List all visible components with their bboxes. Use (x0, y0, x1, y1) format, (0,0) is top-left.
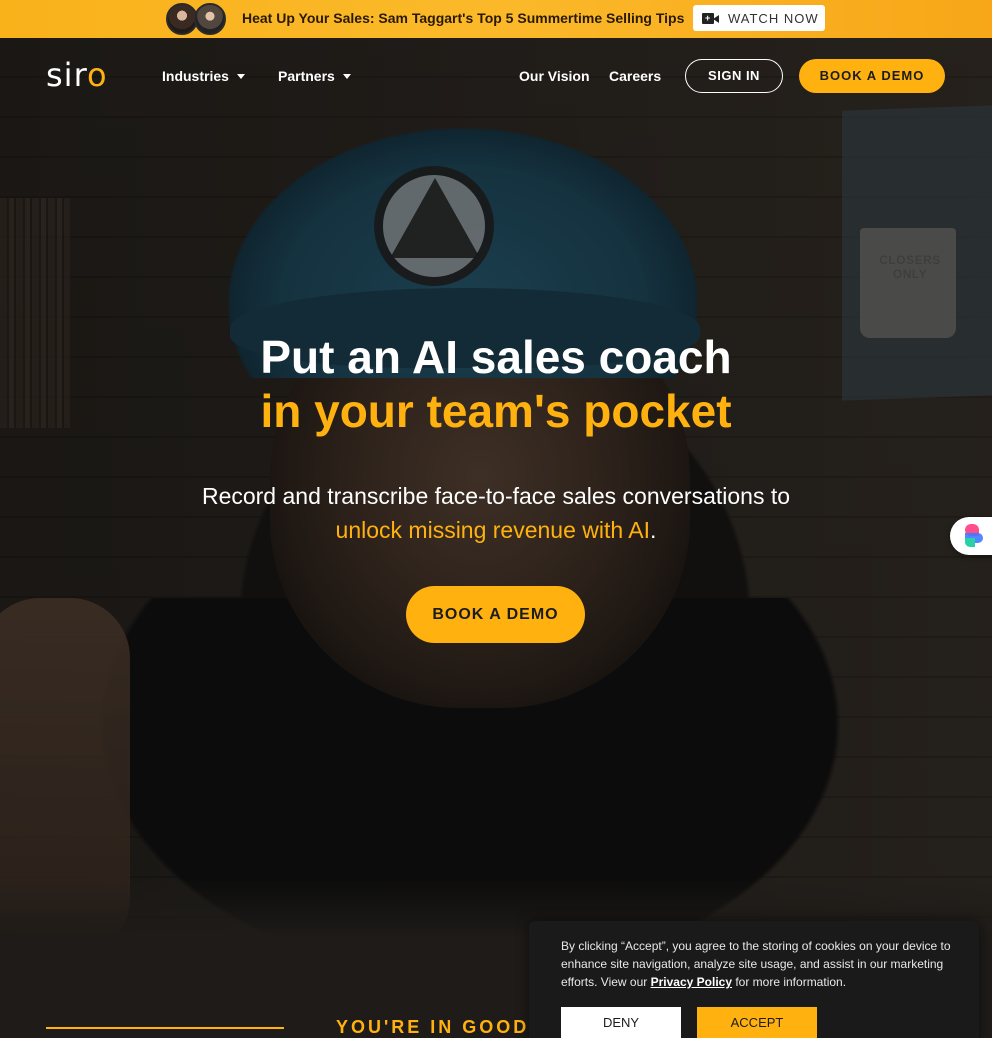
announcement-bar: Heat Up Your Sales: Sam Taggart's Top 5 … (0, 0, 992, 38)
deny-button[interactable]: DENY (561, 1007, 681, 1038)
sign-in-button[interactable]: SIGN IN (685, 59, 783, 93)
main-nav: siro Industries Partners Our Vision Care… (0, 38, 992, 114)
chevron-down-icon (236, 73, 245, 79)
nav-item-our-vision[interactable]: Our Vision (519, 68, 590, 84)
chevron-down-icon (342, 73, 351, 79)
nav-item-careers[interactable]: Careers (609, 68, 661, 84)
privacy-policy-link[interactable]: Privacy Policy (651, 975, 732, 989)
section-heading: YOU'RE IN GOOD (336, 1017, 530, 1037)
video-camera-icon: + (702, 12, 719, 24)
watch-now-button[interactable]: + WATCH NOW (693, 5, 825, 31)
hero-subtitle-line2: unlock missing revenue with AI. (335, 517, 657, 543)
book-demo-nav-button[interactable]: BOOK A DEMO (799, 59, 945, 93)
accept-button[interactable]: ACCEPT (697, 1007, 817, 1038)
section-divider (46, 1027, 284, 1029)
announcement-headline[interactable]: Heat Up Your Sales: Sam Taggart's Top 5 … (242, 10, 684, 26)
cookie-banner: By clicking “Accept”, you agree to the s… (529, 921, 979, 1038)
hero-title-line2: in your team's pocket (260, 385, 732, 437)
book-demo-hero-button[interactable]: BOOK A DEMO (406, 586, 585, 643)
nav-item-industries[interactable]: Industries (162, 68, 245, 84)
siro-logo[interactable]: siro (46, 57, 108, 93)
cookie-text: By clicking “Accept”, you agree to the s… (561, 939, 951, 989)
nav-item-partners[interactable]: Partners (278, 68, 351, 84)
speaker-avatars (166, 3, 228, 35)
hero-subtitle-line1: Record and transcribe face-to-face sales… (201, 483, 791, 509)
floating-widget-button[interactable] (950, 517, 992, 555)
avatar (194, 3, 226, 35)
watch-now-label: WATCH NOW (728, 10, 819, 26)
hero-title-line1: Put an AI sales coach (260, 331, 732, 383)
